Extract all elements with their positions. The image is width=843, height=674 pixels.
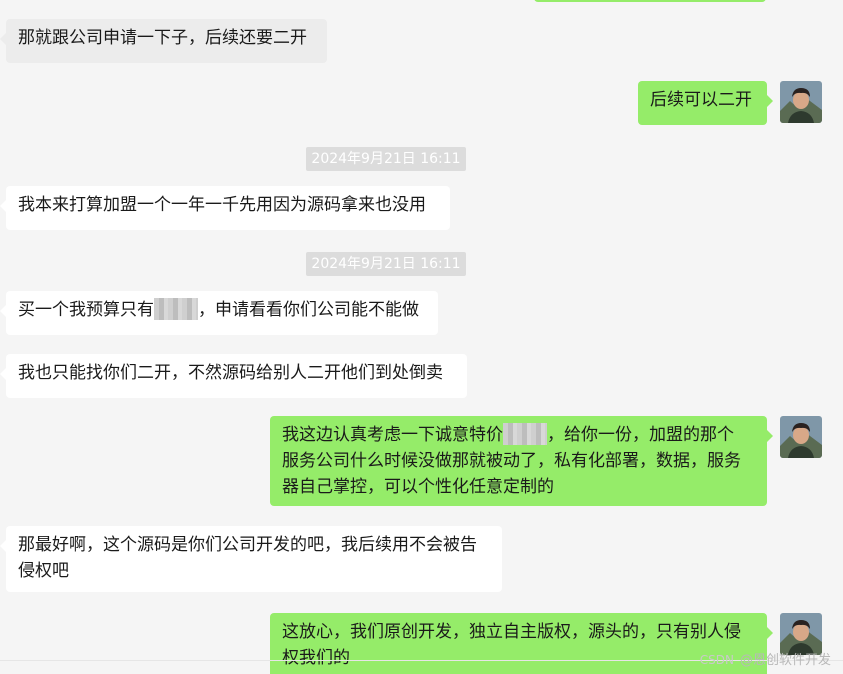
message-text: ，申请看看你们公司能不能做 xyxy=(198,300,419,320)
timestamp: 2024年9月21日 16:11 xyxy=(306,147,466,171)
message-bubble-incoming[interactable]: 我也只能找你们二开，不然源码给别人二开他们到处倒卖 xyxy=(0,354,467,398)
message-bubble-outgoing[interactable]: 这放心，我们原创开发，独立自主版权，源头的，只有别人侵 权我们的 xyxy=(270,613,773,674)
message-text: 那就跟公司申请一下子，后续还要二开 xyxy=(18,28,307,48)
message-text: 服务公司什么时候没做那就被动了，私有化部署，数据，服务 xyxy=(282,451,741,471)
message-bubble-outgoing[interactable]: 我这边认真考虑一下诚意特价 ，给你一份，加盟的那个 服务公司什么时候没做那就被动了… xyxy=(270,416,773,506)
chat-window: 那就跟公司申请一下子，后续还要二开 后续可以二开 2024年9月21日 16:1… xyxy=(0,0,843,674)
avatar[interactable] xyxy=(780,81,822,123)
message-text: 我本来打算加盟一个一年一千先用因为源码拿来也没用 xyxy=(18,195,426,215)
message-text: 器自己掌控，可以个性化任意定制的 xyxy=(282,477,554,497)
message-text: 我这边认真考虑一下诚意特价 xyxy=(282,425,503,445)
message-text: 后续可以二开 xyxy=(650,90,752,110)
previous-message-bubble[interactable] xyxy=(534,0,766,2)
redacted-amount xyxy=(154,298,198,320)
message-text: 买一个我预算只有 xyxy=(18,300,154,320)
redacted-price xyxy=(503,423,547,445)
message-text: 那最好啊，这个源码是你们公司开发的吧，我后续用不会被告 xyxy=(18,535,477,555)
message-text: 我也只能找你们二开，不然源码给别人二开他们到处倒卖 xyxy=(18,363,443,383)
message-bubble-incoming[interactable]: 那就跟公司申请一下子，后续还要二开 xyxy=(0,19,327,63)
message-text: ，给你一份，加盟的那个 xyxy=(547,425,734,445)
message-bubble-incoming[interactable]: 那最好啊，这个源码是你们公司开发的吧，我后续用不会被告 侵权吧 xyxy=(0,526,502,592)
message-bubble-incoming[interactable]: 我本来打算加盟一个一年一千先用因为源码拿来也没用 xyxy=(0,186,450,230)
message-bubble-incoming[interactable]: 买一个我预算只有 ，申请看看你们公司能不能做 xyxy=(0,291,438,335)
message-text: 侵权吧 xyxy=(18,561,69,581)
message-bubble-outgoing[interactable]: 后续可以二开 xyxy=(638,81,773,125)
message-text: 权我们的 xyxy=(282,648,350,668)
avatar[interactable] xyxy=(780,416,822,458)
watermark: CSDN @恩创软件开发 xyxy=(700,649,831,668)
timestamp: 2024年9月21日 16:11 xyxy=(306,252,466,276)
watermark-text: @恩创软件开发 xyxy=(739,653,831,668)
message-text: 这放心，我们原创开发，独立自主版权，源头的，只有别人侵 xyxy=(282,622,741,642)
watermark-csdn: CSDN xyxy=(699,653,734,667)
